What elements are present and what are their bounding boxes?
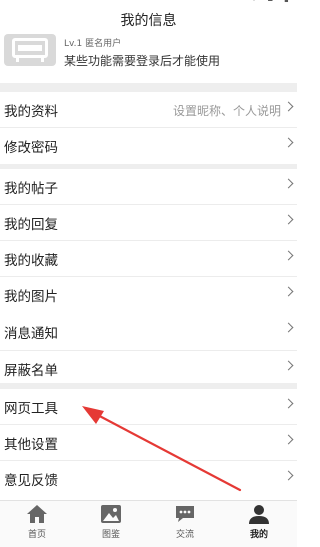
menu-item-label: 其他设置 xyxy=(4,437,58,453)
menu-item-replies[interactable]: 我的回复 xyxy=(0,205,297,241)
avatar[interactable] xyxy=(4,34,56,66)
sofa-seat xyxy=(18,45,42,51)
tab-chat[interactable]: 交流 xyxy=(148,501,222,547)
chevron-right-icon xyxy=(283,360,294,371)
menu-item-webtools[interactable]: 网页工具 xyxy=(0,389,297,425)
status-icons: ▾ ▪ ▮ xyxy=(252,0,293,4)
tab-label: 图鉴 xyxy=(101,530,120,540)
image-icon xyxy=(101,505,121,523)
tab-me[interactable]: 我的 xyxy=(222,501,296,547)
sofa-leg xyxy=(41,58,44,62)
menu-item-label: 我的收藏 xyxy=(4,253,58,269)
menu-item-pictures[interactable]: 我的图片 xyxy=(0,277,297,313)
menu-item-label: 屏蔽名单 xyxy=(4,363,58,379)
home-icon xyxy=(27,505,47,523)
menu-item-settings[interactable]: 其他设置 xyxy=(0,425,297,461)
tab-label: 交流 xyxy=(175,530,194,540)
page-title: 我的信息 xyxy=(120,13,177,29)
menu-item-label: 我的资料 xyxy=(4,104,58,120)
bottom-tab-bar: 首页 图鉴 交流 我的 xyxy=(0,500,297,547)
menu-item-label: 我的帖子 xyxy=(4,181,58,197)
tab-gallery[interactable]: 图鉴 xyxy=(74,501,148,547)
section-separator xyxy=(0,83,297,92)
tab-label: 我的 xyxy=(249,530,268,540)
menu-item-password[interactable]: 修改密码 xyxy=(0,128,297,164)
person-icon xyxy=(249,505,269,524)
user-level: Lv.1 匿名用户 xyxy=(64,39,122,49)
menu-item-label: 我的图片 xyxy=(4,289,58,305)
menu-item-hint: 设置昵称、个人说明 xyxy=(172,103,281,118)
chevron-right-icon xyxy=(283,250,294,261)
status-bar: ▾ ▪ ▮ xyxy=(0,0,297,8)
chat-bubble-icon xyxy=(176,506,194,522)
chevron-right-icon xyxy=(283,398,294,409)
chevron-right-icon xyxy=(283,470,294,481)
menu-item-label: 修改密码 xyxy=(4,140,58,156)
menu-item-profile[interactable]: 我的资料 设置昵称、个人说明 xyxy=(0,92,297,128)
menu-item-label: 网页工具 xyxy=(4,401,58,417)
tab-home[interactable]: 首页 xyxy=(0,501,74,547)
menu-item-notifications[interactable]: 消息通知 xyxy=(0,313,297,351)
menu-item-label: 我的回复 xyxy=(4,217,58,233)
menu-item-feedback[interactable]: 意见反馈 xyxy=(0,461,297,497)
menu-item-label: 消息通知 xyxy=(4,326,58,342)
menu-item-favorites[interactable]: 我的收藏 xyxy=(0,241,297,277)
chevron-right-icon xyxy=(283,434,294,445)
chevron-right-icon xyxy=(283,101,294,112)
login-notice: 某些功能需要登录后才能使用 xyxy=(64,54,221,68)
profile-card[interactable]: Lv.1 匿名用户 某些功能需要登录后才能使用 xyxy=(0,34,297,80)
sofa-leg xyxy=(16,58,19,62)
menu-item-label: 意见反馈 xyxy=(4,473,58,489)
menu-item-posts[interactable]: 我的帖子 xyxy=(0,169,297,205)
chevron-right-icon xyxy=(283,214,294,225)
chevron-right-icon xyxy=(283,137,294,148)
chevron-right-icon xyxy=(283,286,294,297)
tab-label: 首页 xyxy=(27,530,46,540)
chevron-right-icon xyxy=(283,178,294,189)
chevron-right-icon xyxy=(283,322,294,333)
menu-item-blocklist[interactable]: 屏蔽名单 xyxy=(0,351,297,387)
